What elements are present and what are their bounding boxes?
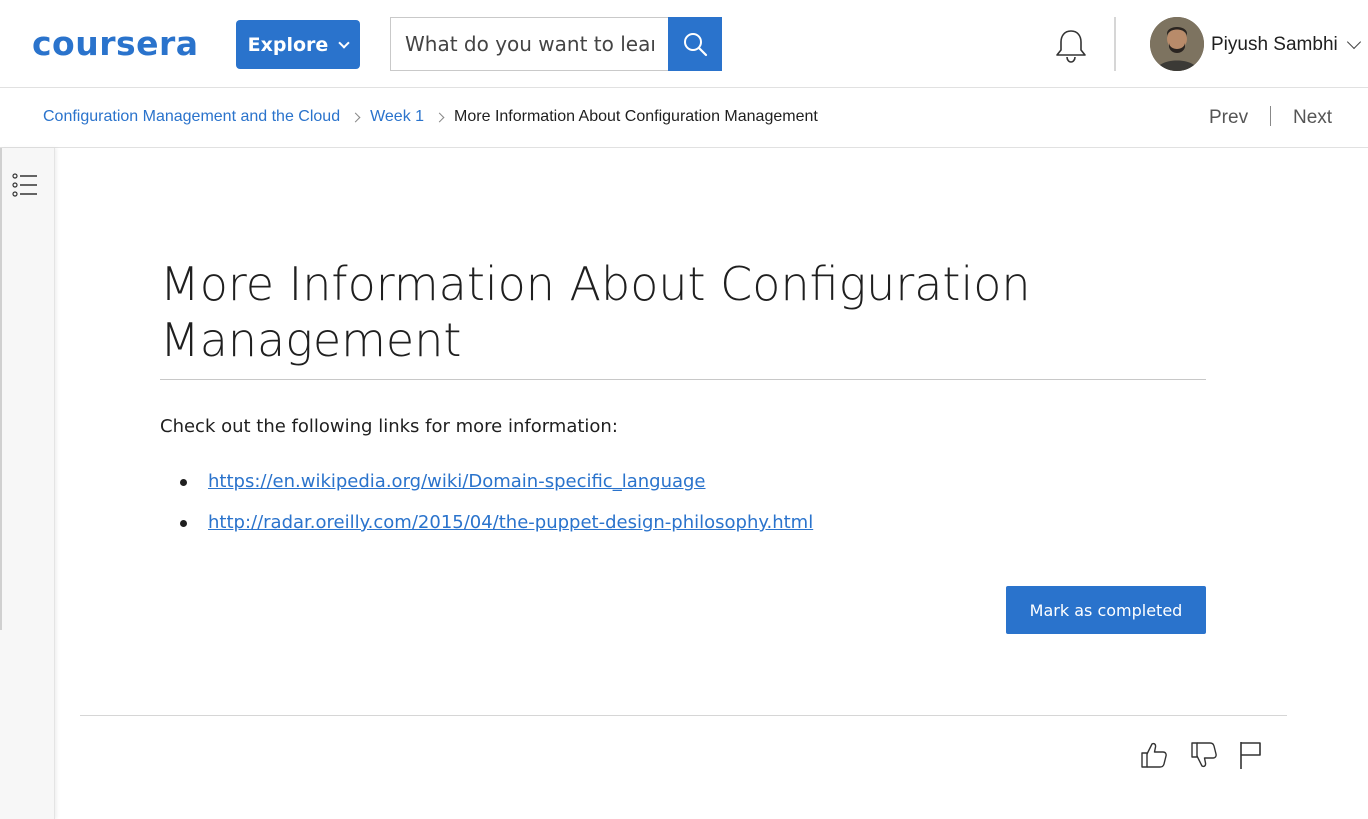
top-navigation-bar: coursera Explore Piyush Sambhi [0, 0, 1368, 88]
prev-button[interactable]: Prev [1209, 107, 1248, 129]
search-button[interactable] [668, 17, 722, 71]
breadcrumb-bar: Configuration Management and the Cloud W… [0, 88, 1368, 148]
thumbs-down-icon[interactable] [1189, 740, 1219, 770]
prev-next-divider [1270, 106, 1271, 126]
explore-button[interactable]: Explore [236, 20, 360, 69]
intro-text: Check out the following links for more i… [160, 416, 618, 437]
explore-label: Explore [247, 33, 329, 56]
rail-edge [0, 148, 2, 630]
search-icon [684, 33, 708, 57]
link-list: https://en.wikipedia.org/wiki/Domain-spe… [160, 468, 813, 550]
list-item: https://en.wikipedia.org/wiki/Domain-spe… [160, 468, 813, 509]
search-bar [390, 17, 722, 71]
user-name[interactable]: Piyush Sambhi [1211, 34, 1338, 56]
link-oreilly[interactable]: http://radar.oreilly.com/2015/04/the-pup… [208, 512, 813, 533]
list-icon[interactable] [12, 172, 38, 198]
footer-divider [80, 715, 1287, 716]
link-wikipedia[interactable]: https://en.wikipedia.org/wiki/Domain-spe… [208, 471, 706, 492]
breadcrumb: Configuration Management and the Cloud W… [43, 108, 818, 126]
breadcrumb-current: More Information About Configuration Man… [454, 108, 818, 125]
chevron-down-icon[interactable] [1346, 34, 1362, 50]
chevron-right-icon [350, 112, 361, 122]
breadcrumb-course[interactable]: Configuration Management and the Cloud [43, 108, 340, 126]
bullet [180, 520, 187, 527]
flag-icon[interactable] [1238, 740, 1268, 770]
title-divider [160, 379, 1206, 380]
bell-icon[interactable] [1052, 27, 1090, 65]
page-title: More Information About Configuration Man… [160, 257, 1031, 367]
left-rail [0, 148, 55, 819]
chevron-right-icon [434, 112, 445, 122]
chevron-down-icon [338, 36, 350, 49]
breadcrumb-week[interactable]: Week 1 [370, 108, 424, 126]
coursera-logo[interactable]: coursera [32, 26, 199, 62]
avatar[interactable] [1150, 17, 1204, 71]
thumbs-up-icon[interactable] [1139, 740, 1169, 770]
header-divider [1114, 17, 1116, 71]
bullet [180, 479, 187, 486]
list-item: http://radar.oreilly.com/2015/04/the-pup… [160, 509, 813, 550]
mark-as-completed-button[interactable]: Mark as completed [1006, 586, 1206, 634]
search-input[interactable] [390, 17, 668, 71]
next-button[interactable]: Next [1293, 107, 1332, 129]
